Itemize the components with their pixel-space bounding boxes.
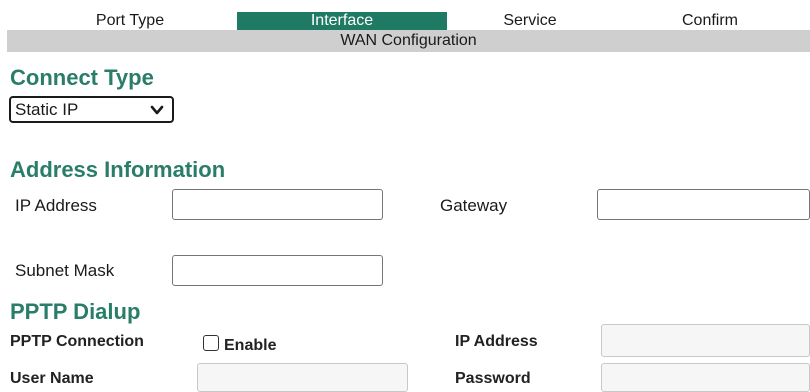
chevron-down-icon — [150, 105, 164, 115]
tab-port-type[interactable]: Port Type — [60, 12, 200, 30]
pptp-connection-label: PPTP Connection — [10, 333, 144, 350]
pptp-enable-label[interactable]: Enable — [224, 336, 276, 356]
connect-type-select[interactable]: Static IP — [9, 96, 174, 123]
pptp-ip-label: IP Address — [455, 333, 538, 350]
tab-interface[interactable]: Interface — [237, 12, 447, 30]
pptp-ip-input[interactable] — [601, 324, 810, 357]
password-label: Password — [455, 370, 531, 387]
tab-service[interactable]: Service — [470, 12, 590, 30]
subnet-mask-label: Subnet Mask — [15, 261, 115, 280]
user-name-label: User Name — [10, 370, 94, 387]
tab-service-label: Service — [503, 12, 557, 29]
password-input[interactable] — [601, 363, 810, 392]
pptp-heading: PPTP Dialup — [10, 299, 141, 324]
gateway-label: Gateway — [440, 196, 508, 215]
connect-type-heading: Connect Type — [10, 65, 154, 90]
gateway-input[interactable] — [597, 189, 810, 220]
user-name-input[interactable] — [197, 363, 408, 392]
ip-address-label: IP Address — [15, 196, 97, 215]
pptp-enable-checkbox[interactable] — [203, 335, 219, 351]
tab-confirm-label: Confirm — [681, 12, 738, 29]
address-info-heading: Address Information — [10, 157, 226, 182]
connect-type-value: Static IP — [15, 100, 79, 119]
tab-interface-label: Interface — [310, 12, 374, 29]
ip-address-input[interactable] — [172, 189, 383, 220]
tab-confirm[interactable]: Confirm — [650, 12, 770, 30]
subnet-mask-input[interactable] — [172, 255, 383, 286]
tab-port-type-label: Port Type — [95, 12, 165, 29]
section-banner: WAN Configuration — [7, 30, 810, 52]
